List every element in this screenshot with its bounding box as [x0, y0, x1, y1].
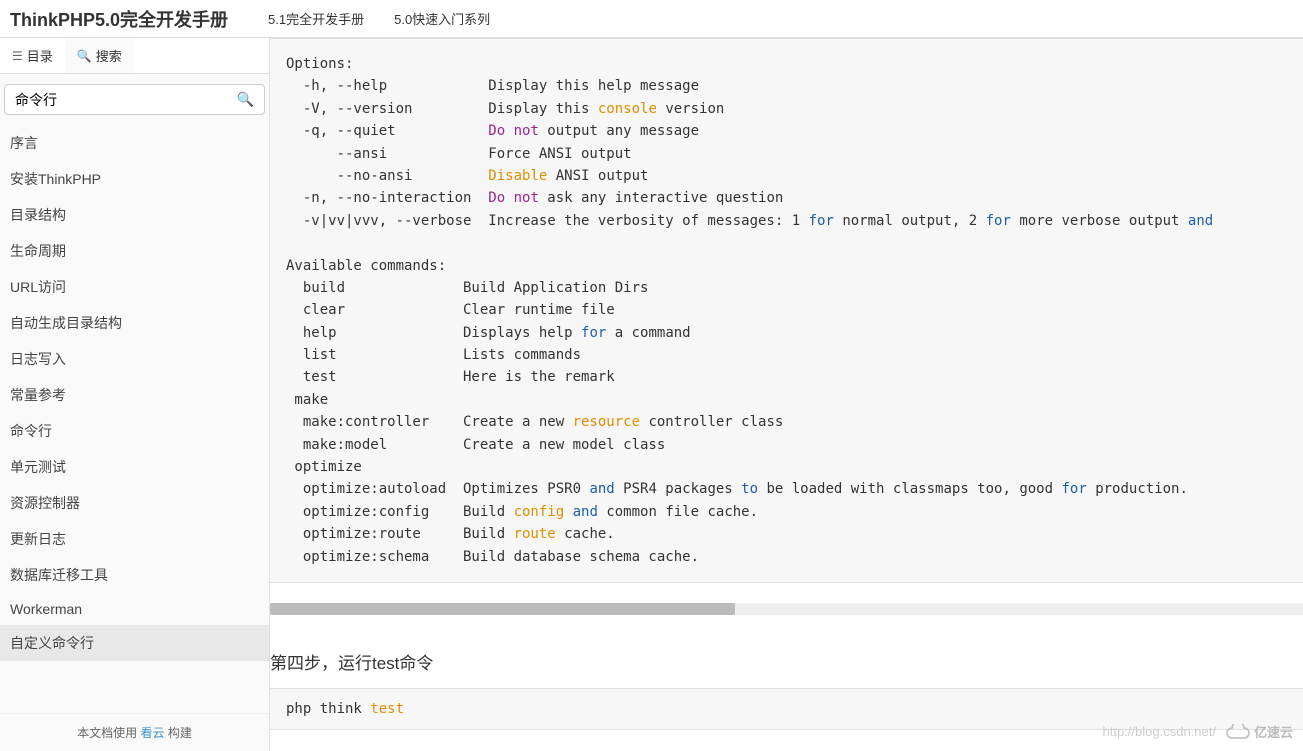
header-bar: ThinkPHP5.0完全开发手册 5.1完全开发手册 5.0快速入门系列: [0, 0, 1303, 38]
nav-item[interactable]: 常量参考: [0, 377, 269, 413]
tab-toc-label: 目录: [27, 46, 53, 65]
nav-item[interactable]: 更新日志: [0, 521, 269, 557]
tab-search-label: 搜索: [96, 46, 122, 65]
footer-prefix: 本文档使用: [77, 726, 140, 740]
nav-item[interactable]: 自动生成目录结构: [0, 305, 269, 341]
nav-item[interactable]: 自定义命令行: [0, 625, 269, 661]
sidebar-tabs: ☰ 目录 🔍 搜索: [0, 38, 269, 74]
footer-suffix: 构建: [165, 726, 192, 740]
sidebar-footer: 本文档使用 看云 构建: [0, 713, 269, 751]
main-content: Options: -h, --help Display this help me…: [270, 38, 1303, 751]
search-box: 🔍: [0, 74, 269, 125]
footer-link[interactable]: 看云: [140, 726, 164, 740]
step4-heading: 第四步，运行test命令: [270, 635, 1303, 688]
nav-item[interactable]: 目录结构: [0, 197, 269, 233]
horizontal-scrollbar[interactable]: [270, 603, 1303, 615]
nav-item[interactable]: 单元测试: [0, 449, 269, 485]
nav-item[interactable]: 数据库迁移工具: [0, 557, 269, 593]
nav-item[interactable]: 日志写入: [0, 341, 269, 377]
code-block-run: php think test: [270, 688, 1303, 730]
nav-item[interactable]: Workerman: [0, 593, 269, 625]
list-icon: ☰: [12, 49, 23, 63]
nav-item[interactable]: 资源控制器: [0, 485, 269, 521]
header-link-2[interactable]: 5.0快速入门系列: [394, 9, 490, 28]
code-block-options: Options: -h, --help Display this help me…: [270, 38, 1303, 583]
tab-toc[interactable]: ☰ 目录: [0, 38, 65, 73]
nav-item[interactable]: 序言: [0, 125, 269, 161]
tab-search[interactable]: 🔍 搜索: [65, 38, 134, 73]
nav-list: 序言安装ThinkPHP目录结构生命周期URL访问自动生成目录结构日志写入常量参…: [0, 125, 269, 713]
nav-item[interactable]: 生命周期: [0, 233, 269, 269]
doc-title: ThinkPHP5.0完全开发手册: [10, 6, 228, 32]
nav-item[interactable]: 安装ThinkPHP: [0, 161, 269, 197]
code-run-cmd: test: [370, 701, 404, 717]
search-icon-input[interactable]: 🔍: [237, 91, 254, 108]
nav-item[interactable]: 命令行: [0, 413, 269, 449]
sidebar: ☰ 目录 🔍 搜索 🔍 序言安装ThinkPHP目录结构生命周期URL访问自动生…: [0, 38, 270, 751]
code-run-prefix: php think: [286, 701, 370, 717]
scrollbar-thumb[interactable]: [270, 603, 735, 615]
nav-item[interactable]: URL访问: [0, 269, 269, 305]
search-input[interactable]: [15, 92, 237, 108]
header-link-1[interactable]: 5.1完全开发手册: [268, 9, 364, 28]
search-icon: 🔍: [77, 49, 92, 63]
